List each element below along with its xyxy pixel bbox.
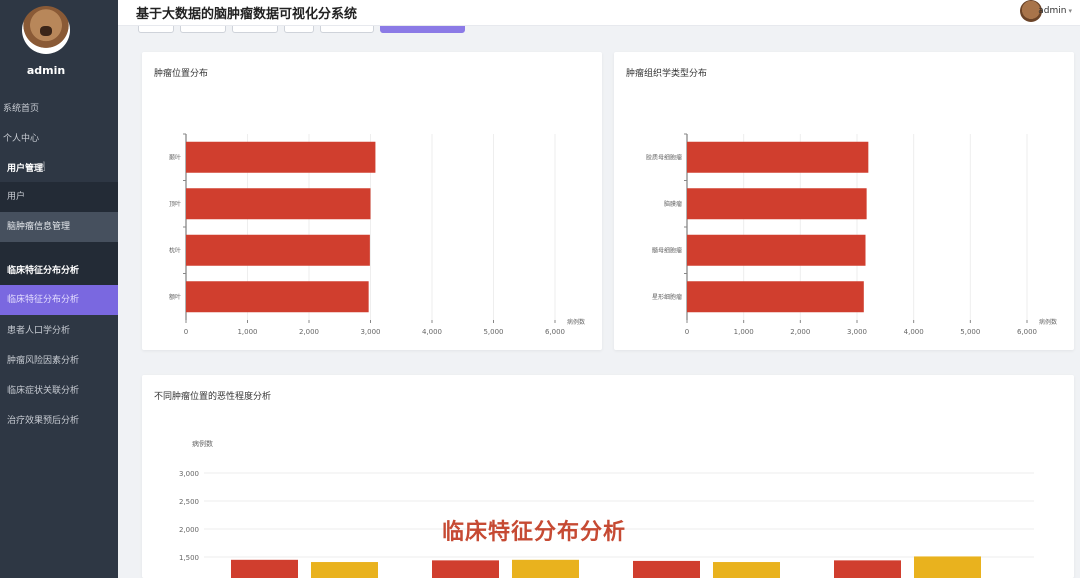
- chart-card-malignancy: 不同肿瘤位置的恶性程度分析 病例数1,0001,5002,0002,5003,0…: [142, 375, 1074, 578]
- bar: [687, 141, 869, 173]
- y-tick-label: 脑膜瘤: [664, 200, 682, 208]
- sidebar-group-clinical[interactable]: 临床特征分布分析: [0, 256, 118, 286]
- x-tick-label: 3,000: [360, 328, 380, 336]
- y-tick-label: 顶叶: [169, 200, 181, 208]
- bar: [186, 281, 369, 313]
- x-axis-title: 病例数: [567, 318, 585, 326]
- x-tick-label: 0: [184, 328, 188, 336]
- x-tick-label: 3,000: [847, 328, 867, 336]
- bar: [432, 560, 499, 578]
- bar: [512, 559, 579, 578]
- sidebar-avatar: [22, 6, 70, 54]
- x-axis-title: 病例数: [1039, 318, 1057, 326]
- x-tick-label: 4,000: [904, 328, 924, 336]
- bar: [687, 188, 867, 220]
- sidebar-divider: [0, 242, 118, 256]
- toolbar-button[interactable]: [284, 26, 314, 33]
- chevron-down-icon: ▾: [1068, 7, 1072, 15]
- y-tick-label: 1,500: [179, 554, 199, 562]
- bar: [713, 562, 780, 578]
- bar: [914, 556, 981, 578]
- bar: [186, 141, 376, 173]
- sidebar-item-home[interactable]: 系统首页: [0, 94, 118, 124]
- sidebar: admin 系统首页 个人中心 用户管理 用户 脑肿瘤信息管理 临床特征分布分析…: [0, 0, 118, 578]
- bar: [633, 560, 700, 578]
- top-bar: 基于大数据的脑肿瘤数据可视化分系统 admin ▾: [118, 0, 1080, 26]
- toolbar-button[interactable]: [138, 26, 174, 33]
- toolbar-button[interactable]: [320, 26, 374, 33]
- x-tick-label: 1,000: [734, 328, 754, 336]
- bar: [186, 234, 370, 266]
- sidebar-item-treatment-prognosis[interactable]: 治疗效果预后分析: [0, 406, 118, 436]
- bar: [834, 560, 901, 578]
- mouse-cursor-icon: ☝: [38, 160, 46, 175]
- y-tick-label: 枕叶: [169, 246, 181, 254]
- toolbar-button[interactable]: [232, 26, 278, 33]
- bar: [231, 559, 298, 578]
- app-title: 基于大数据的脑肿瘤数据可视化分系统: [136, 7, 358, 22]
- sidebar-item-tumor-info[interactable]: 脑肿瘤信息管理: [0, 212, 118, 242]
- x-tick-label: 5,000: [483, 328, 503, 336]
- sidebar-group-user-management[interactable]: 用户管理: [0, 154, 118, 184]
- sidebar-item-profile[interactable]: 个人中心: [0, 124, 118, 154]
- y-tick-label: 颞叶: [169, 153, 181, 161]
- y-tick-label: 2,500: [179, 498, 199, 506]
- overlay-caption: 临床特征分布分析: [442, 520, 627, 545]
- y-axis-title: 病例数: [192, 439, 213, 448]
- bar: [311, 562, 378, 578]
- x-tick-label: 4,000: [422, 328, 442, 336]
- x-tick-label: 2,000: [299, 328, 319, 336]
- toolbar-primary-button[interactable]: [380, 26, 465, 33]
- chart-histology: 0 1,000 2,000 3,000 4,000 5,000 6,000病例数 胶质母细胞瘤…: [646, 133, 1057, 336]
- x-tick-label: 1,000: [237, 328, 257, 336]
- chart-card-histology: 肿瘤组织学类型分布 0 1,000 2,000 3,000 4,000 5,000 6,00…: [614, 52, 1074, 350]
- sidebar-item-demographics[interactable]: 患者人口学分析: [0, 316, 118, 346]
- y-tick-label: 星形细胞瘤: [652, 293, 682, 301]
- sidebar-item-users[interactable]: 用户: [0, 182, 118, 212]
- user-menu-name: admin: [1038, 6, 1067, 16]
- sidebar-username: admin: [26, 64, 66, 77]
- x-tick-label: 2,000: [790, 328, 810, 336]
- bar: [687, 234, 866, 266]
- chart-card-tumor-location: 肿瘤位置分布 0 1,000 2,000 3,000 4,000 5,000 6,000 病例…: [142, 52, 602, 350]
- user-menu[interactable]: admin ▾: [1038, 6, 1072, 16]
- sidebar-item-symptom-association[interactable]: 临床症状关联分析: [0, 376, 118, 406]
- x-tick-label: 0: [685, 328, 689, 336]
- bar: [687, 281, 864, 313]
- y-tick-label: 3,000: [179, 470, 199, 478]
- sidebar-item-clinical-distribution[interactable]: 临床特征分布分析: [0, 285, 118, 315]
- sidebar-item-risk-factors[interactable]: 肿瘤风险因素分析: [0, 346, 118, 376]
- toolbar-button[interactable]: [180, 26, 226, 33]
- y-tick-label: 额叶: [169, 293, 181, 301]
- y-tick-label: 胶质母细胞瘤: [646, 153, 682, 161]
- y-tick-label: 2,000: [179, 526, 199, 534]
- chart-malignancy: 病例数1,0001,5002,0002,5003,000: [179, 439, 1034, 578]
- bar: [186, 188, 371, 220]
- x-tick-label: 6,000: [1017, 328, 1037, 336]
- chart-tumor-location: 0 1,000 2,000 3,000 4,000 5,000 6,000病例数 颞叶顶叶枕叶…: [169, 133, 585, 336]
- y-tick-label: 髓母细胞瘤: [652, 246, 682, 254]
- x-tick-label: 5,000: [960, 328, 980, 336]
- x-tick-label: 6,000: [545, 328, 565, 336]
